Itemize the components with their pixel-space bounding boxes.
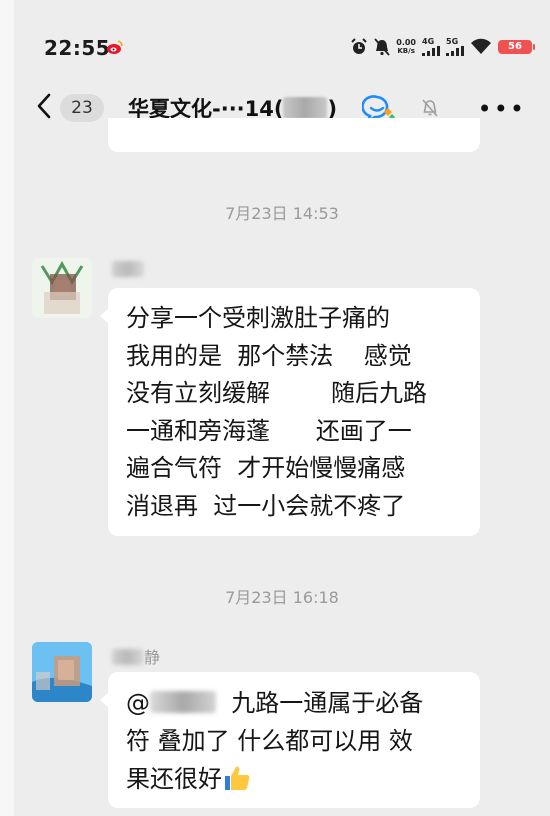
- left-edge-strip: [0, 0, 14, 816]
- message-line: 遍合气符 才开始慢慢痛感: [126, 454, 406, 482]
- message-line: 分享一个受刺激肚子痛的: [126, 304, 390, 332]
- mention-symbol[interactable]: @: [126, 689, 150, 717]
- avatar[interactable]: [32, 642, 92, 702]
- status-bar: 22:55 0.00 KB/s 4G 5G 56: [14, 0, 550, 78]
- phone-screen: 22:55 0.00 KB/s 4G 5G 56 23 华夏文化-···14(…: [14, 0, 550, 816]
- message-line: 没有立刻缓解 随后九路: [126, 379, 428, 407]
- avatar-image: [32, 642, 92, 702]
- signal-icon: [422, 46, 440, 56]
- message-timestamp: 7月23日 14:53: [225, 204, 339, 223]
- avatar-image: [32, 258, 92, 318]
- weibo-icon: [107, 40, 123, 54]
- message-timestamp: 7月23日 16:18: [225, 588, 339, 607]
- message-line: 符 叠加了 什么都可以用 效: [126, 727, 413, 755]
- message-line: 我用的是 那个禁法 感觉: [126, 341, 412, 370]
- redacted-text: [283, 97, 328, 119]
- previous-message-bubble[interactable]: [108, 118, 480, 152]
- net-speed: 0.00 KB/s: [396, 37, 416, 55]
- avatar[interactable]: [32, 258, 92, 318]
- signal-icon: [446, 46, 464, 56]
- battery-indicator: 56: [498, 39, 535, 54]
- back-icon[interactable]: [34, 92, 54, 120]
- message-line: @ 九路一通属于必备: [126, 689, 424, 717]
- alarm-icon: [351, 37, 367, 54]
- sender-name: 静: [112, 644, 160, 668]
- redacted-text: [112, 261, 144, 277]
- mute-icon[interactable]: [420, 98, 440, 118]
- status-indicators: 0.00 KB/s 4G 5G 56: [350, 37, 535, 56]
- unread-count-badge[interactable]: 23: [60, 94, 104, 122]
- wifi-icon: [471, 38, 491, 54]
- signal-5g: 5G: [446, 37, 464, 56]
- mute-status-icon: [374, 37, 390, 56]
- status-time: 22:55: [44, 36, 111, 60]
- message-line: 一通和旁海蓬 还画了一: [126, 416, 412, 445]
- thumbs-up-icon: [225, 766, 250, 790]
- sender-name: [112, 260, 144, 279]
- message-line: 果还很好: [126, 760, 462, 798]
- message-bubble[interactable]: 分享一个受刺激肚子痛的 我用的是 那个禁法 感觉 没有立刻缓解 随后九路 一通和旁海蓬…: [100, 288, 480, 536]
- message-bubble[interactable]: @ 九路一通属于必备符 叠加了 什么都可以用 效果还很好: [100, 672, 480, 808]
- signal-4g: 4G: [422, 37, 440, 56]
- redacted-text: [112, 649, 144, 665]
- redacted-text: [150, 691, 216, 713]
- message-line: 消退再 过一小会就不疼了: [126, 491, 406, 520]
- more-icon[interactable]: •••: [478, 97, 526, 121]
